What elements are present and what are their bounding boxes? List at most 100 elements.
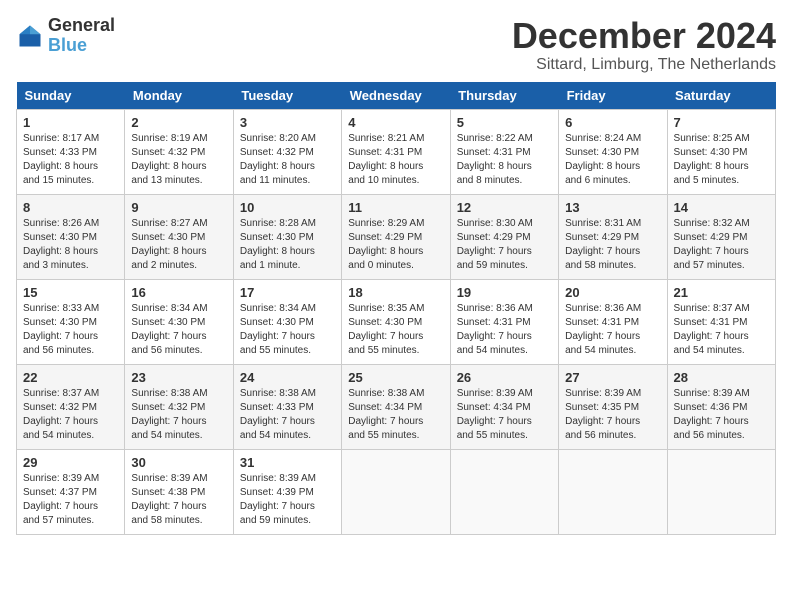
header-monday: Monday: [125, 82, 233, 110]
day-number: 14: [674, 200, 769, 215]
day-number: 3: [240, 115, 335, 130]
day-info: Sunrise: 8:34 AM Sunset: 4:30 PM Dayligh…: [240, 302, 335, 358]
calendar-cell: [450, 449, 558, 534]
calendar-week-4: 22 Sunrise: 8:37 AM Sunset: 4:32 PM Dayli…: [17, 364, 776, 449]
day-info: Sunrise: 8:19 AM Sunset: 4:32 PM Dayligh…: [131, 132, 226, 188]
calendar-cell: 20 Sunrise: 8:36 AM Sunset: 4:31 PM Dayli…: [559, 279, 667, 364]
calendar-cell: 2 Sunrise: 8:19 AM Sunset: 4:32 PM Daylig…: [125, 109, 233, 194]
day-number: 5: [457, 115, 552, 130]
day-number: 15: [23, 285, 118, 300]
day-number: 21: [674, 285, 769, 300]
day-info: Sunrise: 8:38 AM Sunset: 4:33 PM Dayligh…: [240, 387, 335, 443]
day-number: 12: [457, 200, 552, 215]
calendar-cell: 17 Sunrise: 8:34 AM Sunset: 4:30 PM Dayli…: [233, 279, 341, 364]
day-info: Sunrise: 8:36 AM Sunset: 4:31 PM Dayligh…: [565, 302, 660, 358]
day-number: 16: [131, 285, 226, 300]
calendar-cell: 6Sunrise: 8:24 AM Sunset: 4:30 PM Daylig…: [559, 109, 667, 194]
day-number: 17: [240, 285, 335, 300]
calendar-cell: 3 Sunrise: 8:20 AM Sunset: 4:32 PM Daylig…: [233, 109, 341, 194]
calendar-cell: 13 Sunrise: 8:31 AM Sunset: 4:29 PM Dayli…: [559, 194, 667, 279]
day-info: Sunrise: 8:37 AM Sunset: 4:32 PM Dayligh…: [23, 387, 118, 443]
calendar-cell: 27Sunrise: 8:39 AM Sunset: 4:35 PM Dayli…: [559, 364, 667, 449]
calendar-cell: [342, 449, 450, 534]
calendar-week-1: 1 Sunrise: 8:17 AM Sunset: 4:33 PM Daylig…: [17, 109, 776, 194]
header-sunday: Sunday: [17, 82, 125, 110]
day-info: Sunrise: 8:22 AM Sunset: 4:31 PM Dayligh…: [457, 132, 552, 188]
day-info: Sunrise: 8:17 AM Sunset: 4:33 PM Dayligh…: [23, 132, 118, 188]
day-number: 11: [348, 200, 443, 215]
day-number: 19: [457, 285, 552, 300]
day-number: 9: [131, 200, 226, 215]
day-number: 4: [348, 115, 443, 130]
day-info: Sunrise: 8:28 AM Sunset: 4:30 PM Dayligh…: [240, 217, 335, 273]
day-info: Sunrise: 8:39 AM Sunset: 4:38 PM Dayligh…: [131, 472, 226, 528]
day-info: Sunrise: 8:38 AM Sunset: 4:32 PM Dayligh…: [131, 387, 226, 443]
day-info: Sunrise: 8:37 AM Sunset: 4:31 PM Dayligh…: [674, 302, 769, 358]
calendar-cell: 7Sunrise: 8:25 AM Sunset: 4:30 PM Daylig…: [667, 109, 775, 194]
calendar-cell: 4 Sunrise: 8:21 AM Sunset: 4:31 PM Daylig…: [342, 109, 450, 194]
header-saturday: Saturday: [667, 82, 775, 110]
calendar-cell: 25 Sunrise: 8:38 AM Sunset: 4:34 PM Dayli…: [342, 364, 450, 449]
calendar-cell: 30Sunrise: 8:39 AM Sunset: 4:38 PM Dayli…: [125, 449, 233, 534]
day-info: Sunrise: 8:39 AM Sunset: 4:39 PM Dayligh…: [240, 472, 335, 528]
day-info: Sunrise: 8:38 AM Sunset: 4:34 PM Dayligh…: [348, 387, 443, 443]
calendar-cell: 10Sunrise: 8:28 AM Sunset: 4:30 PM Dayli…: [233, 194, 341, 279]
day-number: 25: [348, 370, 443, 385]
day-info: Sunrise: 8:39 AM Sunset: 4:34 PM Dayligh…: [457, 387, 552, 443]
calendar-cell: 22 Sunrise: 8:37 AM Sunset: 4:32 PM Dayli…: [17, 364, 125, 449]
header-wednesday: Wednesday: [342, 82, 450, 110]
calendar-cell: 16 Sunrise: 8:34 AM Sunset: 4:30 PM Dayli…: [125, 279, 233, 364]
page-header: General Blue December 2024 Sittard, Limb…: [16, 16, 776, 74]
calendar-cell: 26 Sunrise: 8:39 AM Sunset: 4:34 PM Dayli…: [450, 364, 558, 449]
day-info: Sunrise: 8:29 AM Sunset: 4:29 PM Dayligh…: [348, 217, 443, 273]
calendar-header-row: SundayMondayTuesdayWednesdayThursdayFrid…: [17, 82, 776, 110]
calendar-cell: 9 Sunrise: 8:27 AM Sunset: 4:30 PM Daylig…: [125, 194, 233, 279]
day-info: Sunrise: 8:24 AM Sunset: 4:30 PM Dayligh…: [565, 132, 660, 188]
month-title: December 2024: [512, 16, 776, 56]
day-number: 22: [23, 370, 118, 385]
logo-text: General Blue: [48, 16, 115, 56]
day-info: Sunrise: 8:31 AM Sunset: 4:29 PM Dayligh…: [565, 217, 660, 273]
header-friday: Friday: [559, 82, 667, 110]
day-number: 23: [131, 370, 226, 385]
day-number: 18: [348, 285, 443, 300]
day-info: Sunrise: 8:33 AM Sunset: 4:30 PM Dayligh…: [23, 302, 118, 358]
day-number: 13: [565, 200, 660, 215]
logo-line2: Blue: [48, 36, 115, 56]
day-info: Sunrise: 8:32 AM Sunset: 4:29 PM Dayligh…: [674, 217, 769, 273]
day-info: Sunrise: 8:34 AM Sunset: 4:30 PM Dayligh…: [131, 302, 226, 358]
calendar-cell: 31Sunrise: 8:39 AM Sunset: 4:39 PM Dayli…: [233, 449, 341, 534]
day-number: 26: [457, 370, 552, 385]
calendar-cell: 18 Sunrise: 8:35 AM Sunset: 4:30 PM Dayli…: [342, 279, 450, 364]
calendar-cell: 8Sunrise: 8:26 AM Sunset: 4:30 PM Daylig…: [17, 194, 125, 279]
location-subtitle: Sittard, Limburg, The Netherlands: [512, 56, 776, 74]
header-tuesday: Tuesday: [233, 82, 341, 110]
day-info: Sunrise: 8:35 AM Sunset: 4:30 PM Dayligh…: [348, 302, 443, 358]
day-info: Sunrise: 8:25 AM Sunset: 4:30 PM Dayligh…: [674, 132, 769, 188]
calendar-cell: 23 Sunrise: 8:38 AM Sunset: 4:32 PM Dayli…: [125, 364, 233, 449]
calendar-cell: 12Sunrise: 8:30 AM Sunset: 4:29 PM Dayli…: [450, 194, 558, 279]
title-block: December 2024 Sittard, Limburg, The Neth…: [512, 16, 776, 74]
day-number: 20: [565, 285, 660, 300]
calendar-cell: 5 Sunrise: 8:22 AM Sunset: 4:31 PM Daylig…: [450, 109, 558, 194]
calendar-week-3: 15 Sunrise: 8:33 AM Sunset: 4:30 PM Dayli…: [17, 279, 776, 364]
day-info: Sunrise: 8:26 AM Sunset: 4:30 PM Dayligh…: [23, 217, 118, 273]
calendar-table: SundayMondayTuesdayWednesdayThursdayFrid…: [16, 82, 776, 535]
logo-icon: [16, 22, 44, 50]
calendar-cell: 1 Sunrise: 8:17 AM Sunset: 4:33 PM Daylig…: [17, 109, 125, 194]
logo: General Blue: [16, 16, 115, 56]
calendar-cell: 28Sunrise: 8:39 AM Sunset: 4:36 PM Dayli…: [667, 364, 775, 449]
calendar-week-5: 29Sunrise: 8:39 AM Sunset: 4:37 PM Dayli…: [17, 449, 776, 534]
day-number: 2: [131, 115, 226, 130]
calendar-cell: 29Sunrise: 8:39 AM Sunset: 4:37 PM Dayli…: [17, 449, 125, 534]
calendar-cell: [667, 449, 775, 534]
day-info: Sunrise: 8:36 AM Sunset: 4:31 PM Dayligh…: [457, 302, 552, 358]
calendar-cell: [559, 449, 667, 534]
day-info: Sunrise: 8:39 AM Sunset: 4:35 PM Dayligh…: [565, 387, 660, 443]
calendar-cell: 15 Sunrise: 8:33 AM Sunset: 4:30 PM Dayli…: [17, 279, 125, 364]
day-info: Sunrise: 8:20 AM Sunset: 4:32 PM Dayligh…: [240, 132, 335, 188]
day-info: Sunrise: 8:27 AM Sunset: 4:30 PM Dayligh…: [131, 217, 226, 273]
logo-line1: General: [48, 16, 115, 36]
day-number: 1: [23, 115, 118, 130]
day-info: Sunrise: 8:21 AM Sunset: 4:31 PM Dayligh…: [348, 132, 443, 188]
